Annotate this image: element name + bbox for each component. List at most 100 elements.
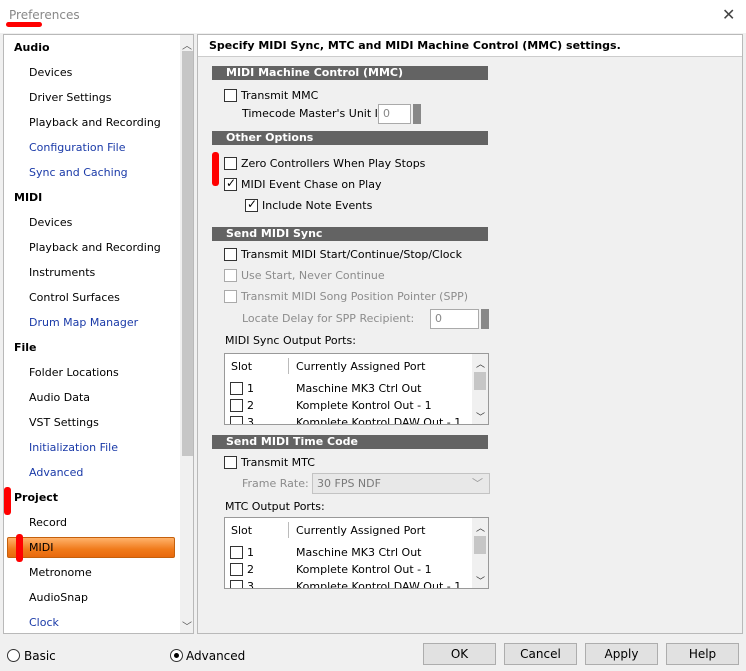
tree-item-midi-playback[interactable]: Playback and Recording — [29, 241, 161, 254]
tree-item-control-surfaces[interactable]: Control Surfaces — [29, 291, 120, 304]
annotation-mark — [6, 22, 42, 27]
tree-item-initialization-file[interactable]: Initialization File — [29, 441, 118, 454]
mtc-slot-3: 3 — [247, 580, 254, 589]
sync-slot-2-checkbox[interactable] — [230, 399, 243, 412]
scroll-down-icon[interactable]: ﹀ — [182, 618, 192, 633]
mtc-slot-2-checkbox[interactable] — [230, 563, 243, 576]
mtc-port-1: Maschine MK3 Ctrl Out — [296, 546, 422, 559]
basic-radio[interactable] — [7, 649, 20, 662]
window-title: Preferences — [9, 8, 80, 22]
sync-port-3: Komplete Kontrol DAW Out - 1 — [296, 416, 462, 425]
include-note-events-label: Include Note Events — [262, 199, 373, 212]
mtc-slot-2: 2 — [247, 563, 254, 576]
apply-button[interactable]: Apply — [585, 643, 658, 665]
tree-item-drum-map-manager[interactable]: Drum Map Manager — [29, 316, 138, 329]
locate-delay-spinner[interactable] — [481, 309, 489, 329]
tree-item-audio-playback[interactable]: Playback and Recording — [29, 116, 161, 129]
section-send-midi-sync: Send MIDI Sync — [212, 227, 488, 241]
transmit-mmc-label: Transmit MMC — [241, 89, 319, 102]
mtc-ports-label: MTC Output Ports: — [225, 500, 325, 513]
scroll-up-icon[interactable]: ︿ — [182, 37, 192, 52]
unit-id-input[interactable]: 0 — [378, 104, 411, 124]
tree-item-folder-locations[interactable]: Folder Locations — [29, 366, 119, 379]
col-header-slot[interactable]: Slot — [231, 360, 252, 373]
tree-item-sync-caching[interactable]: Sync and Caching — [29, 166, 128, 179]
sync-list-scroll-thumb[interactable] — [474, 372, 486, 390]
mtc-slot-1-checkbox[interactable] — [230, 546, 243, 559]
locate-delay-input[interactable]: 0 — [430, 309, 479, 329]
mtc-port-2: Komplete Kontrol Out - 1 — [296, 563, 432, 576]
transmit-spp-checkbox[interactable] — [224, 290, 237, 303]
col-separator — [288, 358, 289, 374]
tree-item-record[interactable]: Record — [29, 516, 67, 529]
advanced-radio-label: Advanced — [186, 649, 246, 663]
transmit-mtc-label: Transmit MTC — [241, 456, 315, 469]
frame-rate-value: 30 FPS NDF — [317, 477, 381, 490]
radio-selected-dot — [174, 653, 179, 658]
include-note-events-checkbox[interactable]: ✓ — [245, 197, 258, 212]
col-header-port[interactable]: Currently Assigned Port — [296, 524, 425, 537]
sync-ports-list[interactable]: Slot Currently Assigned Port 1 Maschine … — [224, 353, 489, 425]
tree-item-instruments[interactable]: Instruments — [29, 266, 95, 279]
use-start-checkbox[interactable] — [224, 269, 237, 282]
annotation-mark — [212, 152, 219, 186]
transmit-start-checkbox[interactable] — [224, 248, 237, 261]
preferences-tree[interactable]: Audio Devices Driver Settings Playback a… — [3, 34, 194, 634]
mtc-slot-1: 1 — [247, 546, 254, 559]
unit-id-label: Timecode Master's Unit ID: — [242, 107, 391, 120]
tree-item-advanced[interactable]: Advanced — [29, 466, 83, 479]
scroll-up-icon[interactable]: ︿ — [476, 521, 485, 534]
tree-item-metronome[interactable]: Metronome — [29, 566, 92, 579]
unit-id-spinner[interactable] — [413, 104, 421, 124]
frame-rate-select[interactable]: 30 FPS NDF ﹀ — [312, 473, 490, 494]
chevron-down-icon: ﹀ — [472, 477, 483, 490]
sync-slot-2: 2 — [247, 399, 254, 412]
sync-port-1: Maschine MK3 Ctrl Out — [296, 382, 422, 395]
section-mmc: MIDI Machine Control (MMC) — [212, 66, 488, 80]
sync-slot-1-checkbox[interactable] — [230, 382, 243, 395]
mtc-list-scroll-thumb[interactable] — [474, 536, 486, 554]
sync-slot-3-checkbox[interactable] — [230, 416, 243, 424]
sync-slot-3: 3 — [247, 416, 254, 425]
mtc-ports-list[interactable]: Slot Currently Assigned Port 1 Maschine … — [224, 517, 489, 589]
tree-category-project[interactable]: Project — [14, 491, 58, 504]
tree-scroll-thumb[interactable] — [182, 51, 193, 456]
locate-delay-label: Locate Delay for SPP Recipient: — [242, 312, 415, 325]
check-icon: ✓ — [226, 176, 237, 190]
tree-category-midi[interactable]: MIDI — [14, 191, 42, 204]
tree-item-midi-devices[interactable]: Devices — [29, 216, 72, 229]
tree-item-audio-data[interactable]: Audio Data — [29, 391, 90, 404]
advanced-radio[interactable] — [170, 649, 183, 662]
annotation-mark — [4, 487, 11, 515]
title-bar — [0, 0, 746, 33]
mtc-slot-3-checkbox[interactable] — [230, 580, 243, 588]
check-icon: ✓ — [247, 197, 258, 211]
tree-item-clock[interactable]: Clock — [29, 616, 59, 629]
scroll-down-icon[interactable]: ﹀ — [476, 574, 485, 587]
tree-category-audio[interactable]: Audio — [14, 41, 50, 54]
tree-item-project-midi[interactable]: MIDI — [29, 541, 53, 554]
tree-item-driver-settings[interactable]: Driver Settings — [29, 91, 111, 104]
tree-item-audiosnap[interactable]: AudioSnap — [29, 591, 88, 604]
ok-button[interactable]: OK — [423, 643, 496, 665]
close-icon[interactable]: ✕ — [722, 5, 735, 24]
tree-item-vst-settings[interactable]: VST Settings — [29, 416, 99, 429]
section-send-mtc: Send MIDI Time Code — [212, 435, 488, 449]
frame-rate-label: Frame Rate: — [242, 477, 309, 490]
zero-controllers-checkbox[interactable] — [224, 157, 237, 170]
col-header-port[interactable]: Currently Assigned Port — [296, 360, 425, 373]
annotation-mark — [16, 534, 23, 562]
col-header-slot[interactable]: Slot — [231, 524, 252, 537]
event-chase-checkbox[interactable]: ✓ — [224, 176, 237, 191]
use-start-label: Use Start, Never Continue — [241, 269, 385, 282]
scroll-down-icon[interactable]: ﹀ — [476, 410, 485, 423]
tree-category-file[interactable]: File — [14, 341, 37, 354]
sync-ports-label: MIDI Sync Output Ports: — [225, 334, 356, 347]
scroll-up-icon[interactable]: ︿ — [476, 357, 485, 370]
transmit-mmc-checkbox[interactable] — [224, 89, 237, 102]
tree-item-audio-devices[interactable]: Devices — [29, 66, 72, 79]
tree-item-configuration-file[interactable]: Configuration File — [29, 141, 126, 154]
cancel-button[interactable]: Cancel — [504, 643, 577, 665]
transmit-mtc-checkbox[interactable] — [224, 456, 237, 469]
help-button[interactable]: Help — [666, 643, 739, 665]
